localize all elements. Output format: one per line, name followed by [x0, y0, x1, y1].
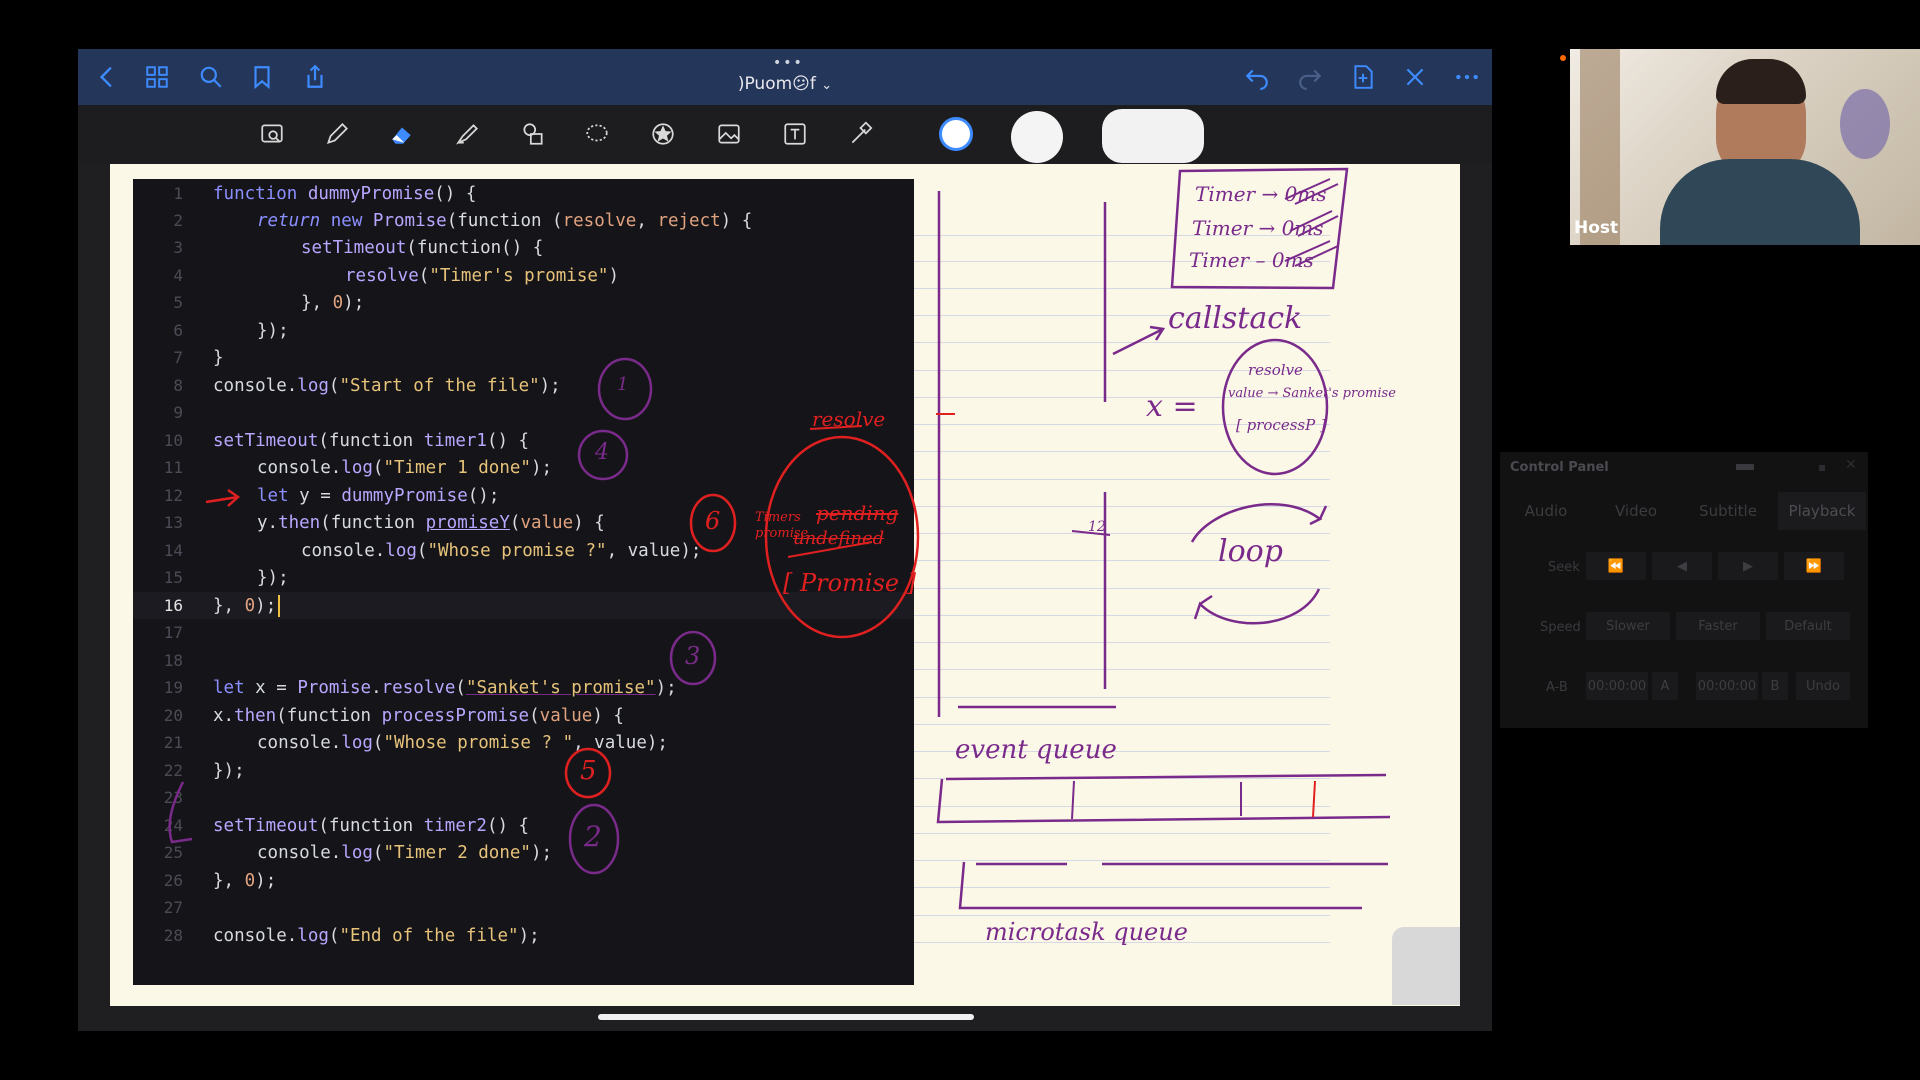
- lasso-icon[interactable]: [578, 115, 616, 153]
- drawing-toolbar: [78, 105, 1492, 163]
- image-icon[interactable]: [710, 115, 748, 153]
- home-indicator[interactable]: [598, 1014, 974, 1020]
- close-icon[interactable]: ✕: [1845, 457, 1857, 473]
- chevron-down-icon: ⌄: [821, 78, 833, 93]
- note-x-value: value → Sanket's promise: [1228, 386, 1396, 401]
- note-x-resolve: resolve: [1248, 361, 1303, 379]
- notebook-page[interactable]: 1 function dummyPromise() { 2 return new…: [110, 164, 1460, 1006]
- loop-arrow-bottom: [1193, 588, 1321, 625]
- event-queue-top: [945, 773, 1387, 781]
- shapes-icon[interactable]: [514, 115, 552, 153]
- sticker-icon[interactable]: [644, 115, 682, 153]
- faster-button[interactable]: Faster: [1676, 612, 1760, 640]
- document-title-text: )Puom😕f: [737, 74, 816, 94]
- person-hair: [1716, 59, 1806, 104]
- note-event-queue: event queue: [955, 735, 1117, 765]
- note-callstack: callstack: [1168, 301, 1303, 336]
- minimize-icon[interactable]: [1736, 464, 1754, 470]
- text-tool-icon[interactable]: [776, 115, 814, 153]
- laser-pointer-icon[interactable]: [842, 115, 880, 153]
- add-page-icon[interactable]: [1344, 58, 1382, 96]
- undo-button[interactable]: Undo: [1796, 672, 1850, 700]
- pen-size-large[interactable]: [1102, 109, 1204, 163]
- undo-icon[interactable]: [1238, 58, 1276, 96]
- seek-forward-fast-button[interactable]: ⏩: [1784, 552, 1844, 580]
- notes-app-window: ••• )Puom😕f ⌄ 1 function dummyPromise() …: [78, 49, 1492, 1031]
- note-microtask-queue: microtask queue: [985, 918, 1188, 946]
- control-panel-title: Control Panel: [1510, 460, 1609, 475]
- zoom-window-icon[interactable]: [253, 115, 291, 153]
- redo-icon[interactable]: [1291, 58, 1329, 96]
- event-queue-dividers: [1071, 780, 1242, 820]
- purple-arrow: [168, 781, 193, 844]
- speed-label: Speed: [1540, 620, 1581, 635]
- note-x-equals: x =: [1146, 389, 1198, 424]
- red-arrow: [205, 488, 241, 507]
- tab-subtitle[interactable]: Subtitle: [1684, 492, 1772, 530]
- person-shirt: [1660, 159, 1860, 245]
- note-marker-12: 12: [1088, 519, 1106, 535]
- seek-back-fast-button[interactable]: ⏪: [1586, 552, 1646, 580]
- callstack-arrow: [1112, 325, 1166, 356]
- slower-button[interactable]: Slower: [1586, 612, 1670, 640]
- top-navigation-bar: ••• )Puom😕f ⌄: [78, 49, 1492, 105]
- microtask-queue-bottom: [958, 861, 1362, 910]
- note-promise-box: [ Promise ]: [783, 569, 917, 597]
- multitask-dots[interactable]: •••: [773, 55, 804, 71]
- note-step-2: 2: [584, 820, 602, 853]
- control-panel[interactable]: Control Panel ▪ ✕ Audio Video Subtitle P…: [1500, 452, 1868, 728]
- seek-back-button[interactable]: ◀: [1652, 552, 1712, 580]
- seek-forward-button[interactable]: ▶: [1718, 552, 1778, 580]
- document-title[interactable]: )Puom😕f ⌄: [78, 74, 1492, 94]
- note-step-6: 6: [705, 507, 721, 535]
- tab-audio[interactable]: Audio: [1502, 492, 1590, 530]
- a-button[interactable]: A: [1652, 672, 1678, 700]
- tab-playback[interactable]: Playback: [1778, 492, 1866, 530]
- ab-label: A-B: [1546, 680, 1568, 695]
- note-step-5: 5: [580, 756, 597, 786]
- default-button[interactable]: Default: [1766, 612, 1850, 640]
- note-step-4: 4: [595, 440, 609, 465]
- b-button[interactable]: B: [1762, 672, 1788, 700]
- seek-label: Seek: [1548, 560, 1580, 575]
- webcam-video-feed: [1570, 49, 1920, 245]
- event-queue-bottom: [936, 778, 1391, 824]
- floating-assistive-button[interactable]: [1392, 927, 1460, 1005]
- shelf: [1580, 49, 1620, 245]
- event-queue-red-divider: [1312, 780, 1316, 818]
- recording-dot: [1560, 55, 1566, 61]
- color-swatch-selected[interactable]: [939, 117, 973, 151]
- note-timer-1: Timer → 0ms: [1195, 182, 1327, 206]
- note-step-1: 1: [617, 374, 629, 395]
- b-time[interactable]: 00:00:00: [1696, 672, 1758, 700]
- eraser-icon[interactable]: [383, 115, 421, 153]
- note-undefined: undefined: [793, 528, 885, 549]
- host-label: Host: [1574, 218, 1619, 238]
- note-timer-2: Timer → 0ms: [1192, 216, 1324, 240]
- flowers: [1840, 89, 1890, 159]
- note-step-3: 3: [685, 642, 701, 670]
- close-icon[interactable]: [1396, 58, 1434, 96]
- tab-video[interactable]: Video: [1592, 492, 1680, 530]
- pin-icon[interactable]: ▪: [1818, 460, 1826, 474]
- note-timer-3: Timer – 0ms: [1189, 248, 1314, 272]
- more-icon[interactable]: [1448, 58, 1486, 96]
- pen-size-medium[interactable]: [1011, 111, 1063, 163]
- note-resolve: resolve: [812, 407, 886, 431]
- note-x-promise: [ processP ]: [1236, 416, 1326, 434]
- pen-icon[interactable]: [318, 115, 356, 153]
- highlighter-icon[interactable]: [448, 115, 486, 153]
- note-loop: loop: [1218, 534, 1283, 569]
- note-pending: pending: [816, 501, 899, 525]
- a-time[interactable]: 00:00:00: [1586, 672, 1648, 700]
